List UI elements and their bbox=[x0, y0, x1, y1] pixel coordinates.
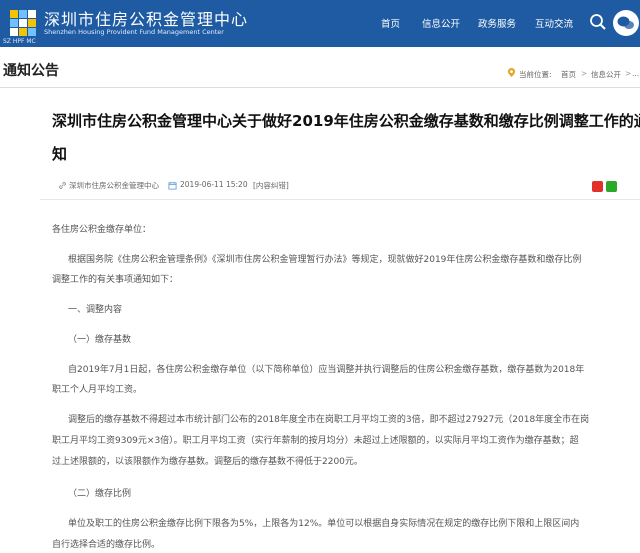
heading-base: （一）缴存基数 bbox=[68, 335, 132, 345]
paragraph-intro-line2: 调整工作的有关事项通知如下： bbox=[52, 275, 179, 285]
nav-item-home[interactable]: 首页 bbox=[381, 16, 400, 30]
site-header: SZ HPF MC 深圳市住房公积金管理中心 Shenzhen Housing … bbox=[0, 0, 640, 47]
nav-item-gov-service[interactable]: 政务服务 bbox=[478, 16, 516, 30]
search-icon[interactable] bbox=[589, 13, 607, 31]
breadcrumb-prefix: 当前位置: bbox=[519, 70, 552, 79]
error-correction-link[interactable]: [内容纠错] bbox=[253, 180, 289, 191]
site-name-en: Shenzhen Housing Provident Fund Manageme… bbox=[44, 28, 224, 36]
meta-divider bbox=[40, 199, 640, 200]
location-icon bbox=[507, 68, 516, 77]
logo-abbr: SZ HPF MC bbox=[3, 38, 36, 45]
article-date: 2019-06-11 15:20 bbox=[180, 180, 248, 189]
wechat-qr-icon[interactable] bbox=[612, 9, 640, 37]
site-name-cn[interactable]: 深圳市住房公积金管理中心 bbox=[44, 6, 248, 30]
link-icon bbox=[59, 182, 66, 189]
paragraph-base-line2: 职工个人月平均工资。 bbox=[52, 385, 143, 395]
nav-item-info-disclosure[interactable]: 信息公开 bbox=[422, 16, 460, 30]
heading-ratio: （二）缴存比例 bbox=[68, 489, 132, 499]
breadcrumb-separator: > bbox=[625, 69, 632, 78]
article-source: 深圳市住房公积金管理中心 bbox=[69, 181, 159, 190]
wechat-share-icon[interactable] bbox=[606, 181, 617, 192]
article-title-line2: 知 bbox=[52, 145, 68, 163]
paragraph-base-line1: 自2019年7月1日起，各住房公积金缴存单位（以下简称单位）应当调整并执行调整后… bbox=[68, 365, 585, 375]
section-divider bbox=[0, 87, 640, 88]
article-title-line1: 深圳市住房公积金管理中心关于做好2019年住房公积金缴存基数和缴存比例调整工作的… bbox=[52, 112, 640, 130]
paragraph-limit-line3: 过上述限额的，以该限额作为缴存基数。调整后的缴存基数不得低于2200元。 bbox=[52, 457, 363, 467]
breadcrumb-more: ... bbox=[632, 69, 640, 78]
paragraph-ratio-line1: 单位及职工的住房公积金缴存比例下限各为5%，上限各为12%。单位可以根据自身实际… bbox=[68, 519, 580, 529]
paragraph-limit-line2: 职工月平均工资9309元×3倍）。职工月平均工资（实行年薪制的按月均分）未超过上… bbox=[52, 436, 579, 446]
weibo-share-icon[interactable] bbox=[592, 181, 603, 192]
calendar-icon bbox=[168, 181, 177, 190]
heading-adjustment: 一、调整内容 bbox=[68, 305, 123, 315]
paragraph-salutation: 各住房公积金缴存单位： bbox=[52, 225, 152, 235]
nav-item-interaction[interactable]: 互动交流 bbox=[535, 16, 573, 30]
paragraph-intro-line1: 根据国务院《住房公积金管理条例》《深圳市住房公积金管理暂行办法》等规定，现就做好… bbox=[68, 255, 582, 265]
breadcrumb-info-disclosure[interactable]: 信息公开 bbox=[591, 69, 621, 80]
breadcrumb-separator: > bbox=[581, 69, 588, 78]
section-title: 通知公告 bbox=[3, 63, 59, 79]
paragraph-ratio-line2: 自行选择合适的缴存比例。 bbox=[52, 540, 161, 550]
breadcrumb-home[interactable]: 首页 bbox=[561, 69, 576, 80]
logo-icon[interactable] bbox=[6, 6, 40, 40]
paragraph-limit-line1: 调整后的缴存基数不得超过本市统计部门公布的2018年度全市在岗职工月平均工资的3… bbox=[68, 415, 590, 425]
